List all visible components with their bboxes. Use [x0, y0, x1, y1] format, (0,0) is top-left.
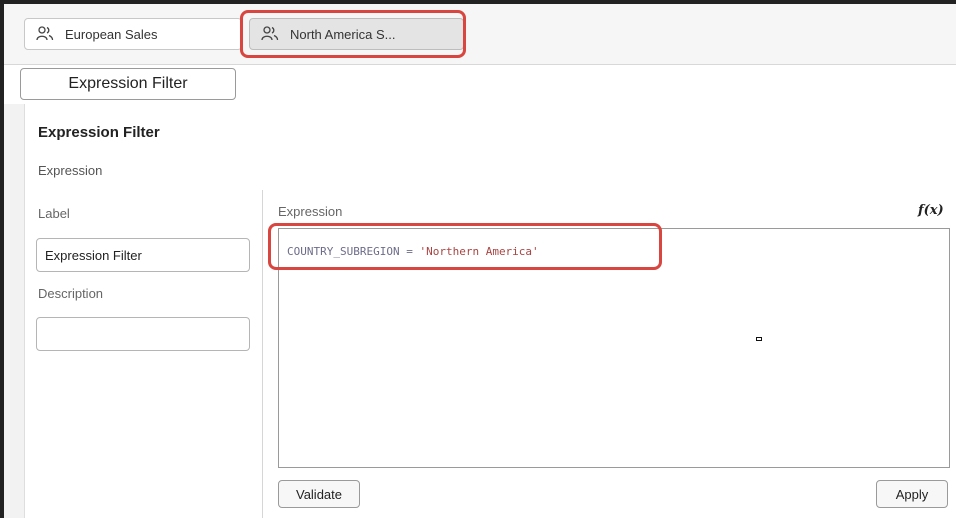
panel-divider [262, 190, 263, 518]
left-gutter [4, 104, 25, 518]
apply-button[interactable]: Apply [876, 480, 948, 508]
callout-highlight-expression [268, 223, 662, 270]
expression-filter-button[interactable]: Expression Filter [20, 68, 236, 100]
tab-label: European Sales [65, 26, 158, 42]
panel-title: Expression Filter [38, 124, 160, 141]
description-input[interactable] [36, 317, 250, 351]
callout-highlight-tab [240, 10, 466, 58]
users-icon [36, 26, 54, 41]
function-icon[interactable]: f(x) [918, 203, 944, 218]
label-input[interactable]: Expression Filter [36, 238, 250, 272]
label-caption: Label [38, 206, 70, 221]
expression-caption: Expression [278, 204, 343, 219]
description-caption: Description [38, 286, 104, 301]
tab-bar: European Sales North America S... [4, 4, 956, 65]
section-label: Expression [38, 163, 103, 178]
validate-button[interactable]: Validate [278, 480, 360, 508]
mouse-cursor [756, 337, 762, 341]
tab-european-sales[interactable]: European Sales [24, 18, 242, 50]
